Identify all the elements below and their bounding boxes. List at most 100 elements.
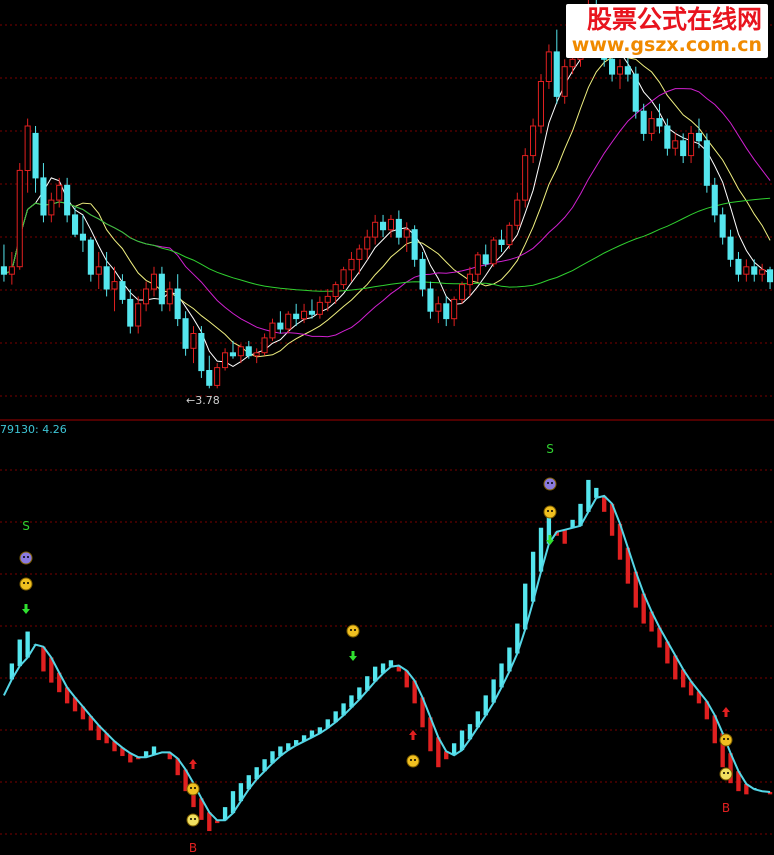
candle-body bbox=[466, 273, 473, 286]
candle-body bbox=[316, 301, 323, 315]
buy-signal-letter: B bbox=[722, 801, 730, 815]
sell-face-icon-eye bbox=[551, 482, 553, 484]
sell-face-icon-eye bbox=[23, 582, 25, 584]
candle-body bbox=[24, 125, 31, 171]
candle-body bbox=[648, 118, 655, 134]
ma10-line bbox=[3, 55, 771, 358]
buy-arrow-icon bbox=[722, 707, 730, 717]
buy-face-icon-eye bbox=[723, 772, 725, 774]
candle-body bbox=[569, 58, 576, 68]
candle-body bbox=[253, 352, 260, 357]
candle-body bbox=[348, 258, 355, 271]
sell-face-icon bbox=[543, 477, 557, 491]
sell-arrow-icon bbox=[349, 651, 357, 661]
candle-body bbox=[174, 288, 181, 320]
candle-body bbox=[372, 221, 379, 238]
candle-body bbox=[127, 298, 134, 327]
low-price-label: ←3.78 bbox=[186, 394, 220, 407]
candle-body bbox=[514, 199, 521, 226]
candle-body bbox=[403, 229, 410, 238]
candle-body bbox=[229, 352, 236, 357]
candle-body bbox=[609, 58, 616, 75]
sell-face-icon-eye bbox=[27, 556, 29, 558]
candle-body bbox=[324, 295, 331, 303]
candle-body bbox=[206, 370, 213, 386]
candle-body bbox=[332, 284, 339, 298]
candle-body bbox=[214, 367, 221, 386]
buy-face-icon-eye bbox=[410, 759, 412, 761]
ma5-line bbox=[3, 39, 771, 367]
sell-signal-letter: S bbox=[546, 442, 554, 456]
candle-body bbox=[150, 273, 157, 290]
candle-body bbox=[301, 310, 308, 320]
buy-face-icon-eye bbox=[190, 818, 192, 820]
watermark-url: www.gszx.com.cn bbox=[571, 34, 762, 56]
candle-body bbox=[222, 352, 229, 369]
candle-body bbox=[490, 239, 497, 265]
candle-body bbox=[672, 140, 679, 149]
candle-body bbox=[474, 254, 481, 275]
candle-body bbox=[735, 258, 742, 275]
candle-body bbox=[553, 51, 560, 97]
sell-face-icon bbox=[346, 624, 360, 638]
sell-face-icon bbox=[19, 551, 33, 565]
sell-face-icon-eye bbox=[551, 510, 553, 512]
candle-body bbox=[8, 266, 15, 275]
buy-face-icon bbox=[719, 767, 733, 781]
candle-body bbox=[261, 337, 268, 354]
buy-face-icon-eye bbox=[194, 818, 196, 820]
candle-body bbox=[459, 284, 466, 300]
sell-face-icon-eye bbox=[27, 582, 29, 584]
candle-body bbox=[482, 254, 489, 265]
candle-body bbox=[680, 140, 687, 157]
candle-body bbox=[40, 177, 47, 216]
candle-body bbox=[0, 266, 7, 275]
candle-body bbox=[64, 184, 71, 216]
sell-face-icon bbox=[543, 505, 557, 519]
candle-body bbox=[688, 132, 695, 157]
candle-body bbox=[711, 184, 718, 216]
candle-body bbox=[719, 214, 726, 238]
candle-body bbox=[419, 258, 426, 290]
candle-body bbox=[158, 273, 165, 305]
candle-body bbox=[767, 269, 774, 283]
chart-stage: S S B B 79130: 4.26 ←3.78 股票公式在线网 www.gszx.… bbox=[0, 0, 774, 855]
candle-body bbox=[435, 303, 442, 312]
candle-body bbox=[285, 313, 292, 330]
sell-face-icon-eye bbox=[350, 629, 352, 631]
candle-body bbox=[451, 298, 458, 320]
buy-signal-letter: B bbox=[189, 841, 197, 855]
candle-body bbox=[751, 266, 758, 275]
candle-body bbox=[506, 224, 513, 246]
candle-body bbox=[427, 288, 434, 312]
buy-face-icon-eye bbox=[414, 759, 416, 761]
candle-body bbox=[340, 269, 347, 286]
osc-signal-line bbox=[3, 494, 771, 822]
candle-body bbox=[32, 132, 39, 179]
sell-face-icon-eye bbox=[23, 556, 25, 558]
candle-body bbox=[703, 140, 710, 186]
candle-body bbox=[624, 66, 631, 75]
candle-body bbox=[545, 51, 552, 83]
candle-body bbox=[632, 73, 639, 112]
ma20-line bbox=[3, 88, 771, 338]
buy-face-icon bbox=[186, 813, 200, 827]
candle-body bbox=[293, 313, 300, 320]
candle-body bbox=[79, 233, 87, 241]
candle-body bbox=[380, 221, 387, 231]
candle-body bbox=[695, 132, 703, 142]
sell-face-icon-eye bbox=[354, 629, 356, 631]
candle-body bbox=[640, 110, 647, 134]
candle-body bbox=[143, 288, 150, 305]
buy-arrow-icon bbox=[189, 759, 197, 769]
watermark: 股票公式在线网 www.gszx.com.cn bbox=[565, 4, 768, 58]
candle-body bbox=[561, 66, 568, 97]
candle-body bbox=[182, 318, 189, 349]
candle-body bbox=[87, 239, 94, 275]
candle-body bbox=[743, 266, 750, 275]
sell-arrow-icon bbox=[22, 604, 30, 614]
candle-body bbox=[269, 322, 276, 339]
candle-body bbox=[411, 229, 418, 260]
buy-face-icon bbox=[186, 782, 200, 796]
buy-face-icon-eye bbox=[190, 787, 192, 789]
